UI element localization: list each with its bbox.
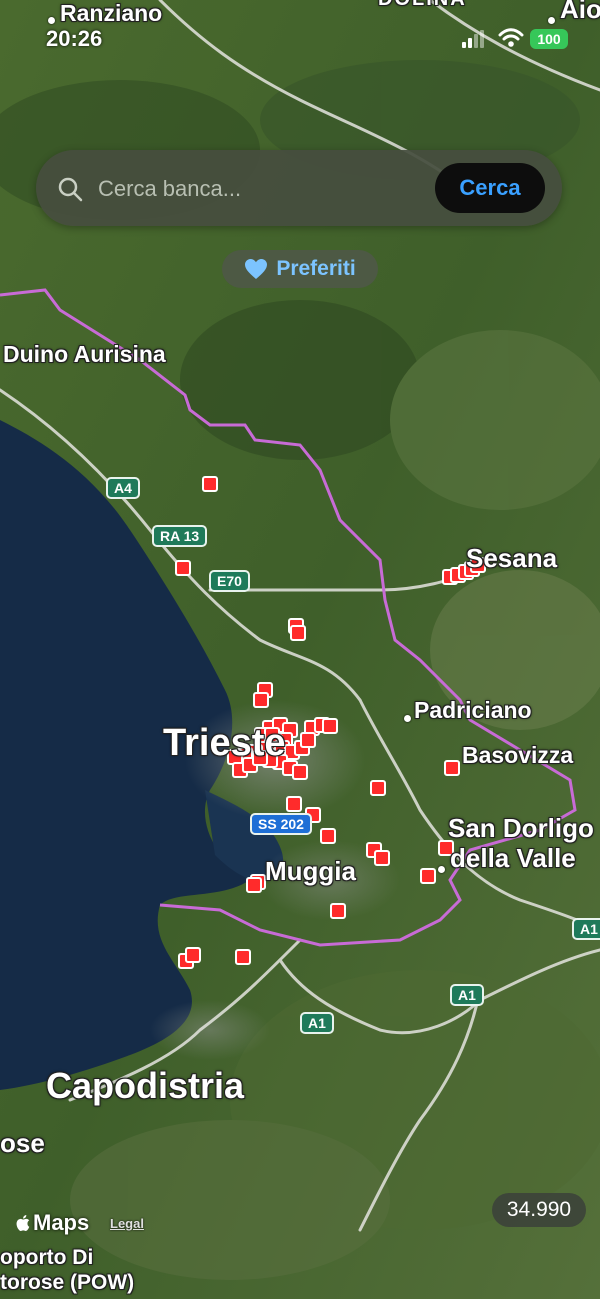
place-dot: [548, 17, 555, 24]
map-label-della-valle: della Valle: [450, 843, 576, 873]
battery-indicator: 100: [530, 29, 568, 49]
apple-logo-icon: [16, 1215, 30, 1231]
map-label-duino-aurisina: Duino Aurisina: [3, 341, 166, 367]
road-shield-e70: E70: [209, 570, 250, 592]
bank-marker[interactable]: [444, 760, 460, 776]
map-label-rose: ose: [0, 1128, 45, 1158]
cellular-signal-icon: [462, 30, 484, 48]
bank-marker[interactable]: [374, 850, 390, 866]
map-label-capodistria: Capodistria: [46, 1065, 245, 1106]
road-shield-ss202: SS 202: [250, 813, 312, 835]
map-label-san-dorligo: San Dorligo: [448, 813, 594, 843]
map-label-airport-line1: oporto Di: [0, 1246, 94, 1269]
search-button[interactable]: Cerca: [435, 163, 545, 213]
map-label-airport-line2: torose (POW): [0, 1271, 135, 1294]
search-icon: [58, 177, 83, 202]
bank-marker[interactable]: [185, 947, 201, 963]
bank-marker[interactable]: [300, 732, 316, 748]
bank-marker[interactable]: [292, 764, 308, 780]
place-dot: [438, 866, 445, 873]
search-input[interactable]: [96, 168, 420, 210]
road-shield-a1: A1: [450, 984, 484, 1006]
bank-marker[interactable]: [235, 949, 251, 965]
map-label-sesana: Sesana: [466, 543, 558, 573]
road-shield-ra13: RA 13: [152, 525, 208, 547]
bank-marker[interactable]: [253, 692, 269, 708]
bank-marker[interactable]: [330, 903, 346, 919]
maps-brand: Maps: [33, 1210, 90, 1235]
capodistria-urban-area: [150, 1000, 270, 1060]
bank-marker[interactable]: [246, 877, 262, 893]
bank-marker[interactable]: [290, 625, 306, 641]
status-time: 20:26: [46, 26, 103, 51]
maps-attribution: Maps: [15, 1210, 89, 1236]
bank-marker[interactable]: [320, 828, 336, 844]
favorites-button[interactable]: Preferiti: [222, 250, 378, 288]
bank-marker[interactable]: [322, 718, 338, 734]
road-shield-a4: A4: [106, 477, 140, 499]
bank-marker[interactable]: [202, 476, 218, 492]
map-label-basovizza: Basovizza: [462, 742, 574, 768]
road-shield-a1: A1: [572, 918, 600, 940]
favorites-label: Preferiti: [276, 257, 356, 280]
road-shield-a1: A1: [300, 1012, 334, 1034]
bank-marker[interactable]: [370, 780, 386, 796]
map-label-ranziano: Ranziano: [60, 0, 163, 26]
bank-marker[interactable]: [286, 796, 302, 812]
map-label-padriciano: Padriciano: [414, 697, 532, 723]
map-label-muggia: Muggia: [265, 856, 356, 886]
heart-icon: [245, 259, 268, 279]
map-label-trieste: Trieste: [163, 722, 286, 764]
wifi-icon: [498, 28, 524, 47]
results-counter: 34.990: [492, 1193, 586, 1227]
map-label-aio: Aio: [560, 0, 600, 24]
place-dot: [404, 715, 411, 722]
place-dot: [48, 17, 55, 24]
legal-link[interactable]: Legal: [110, 1216, 144, 1231]
bank-marker[interactable]: [175, 560, 191, 576]
map-label-dolina: DOLINA: [378, 0, 467, 11]
bank-marker[interactable]: [420, 868, 436, 884]
